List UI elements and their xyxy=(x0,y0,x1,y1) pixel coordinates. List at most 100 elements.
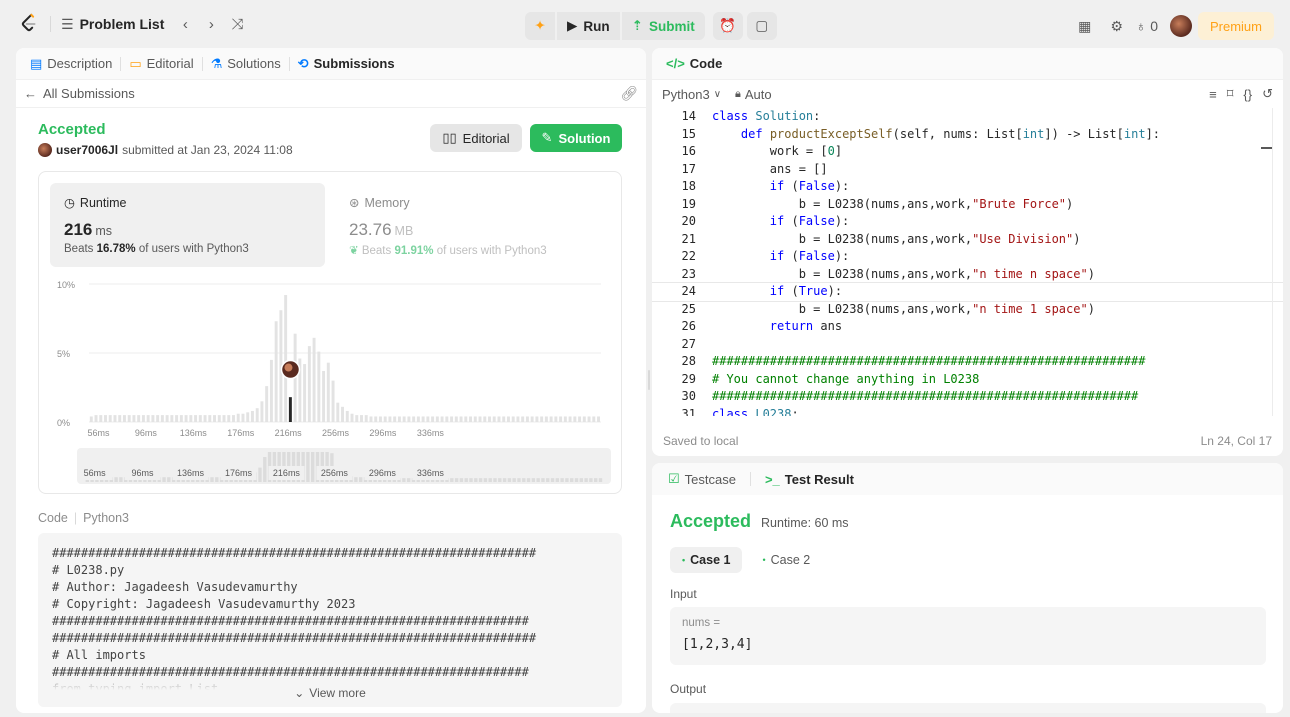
bar xyxy=(345,410,349,422)
mini-x-tick-label: 296ms xyxy=(369,468,397,478)
case-tabs: • Case 1 • Case 2 xyxy=(670,547,822,573)
bar xyxy=(393,416,397,422)
alarm-clock-icon: ⏰ xyxy=(719,18,737,33)
tab-editorial[interactable]: ▭ Editorial xyxy=(125,56,197,72)
case-1-tab[interactable]: • Case 1 xyxy=(670,547,743,573)
autocomplete-toggle[interactable]: 🔒︎ Auto xyxy=(735,87,772,102)
submitted-code-block[interactable]: ########################################… xyxy=(38,533,622,707)
submit-button[interactable]: ⇡ Submit xyxy=(621,12,705,40)
editor-line[interactable]: 17 ans = [] xyxy=(652,161,1283,179)
test-result-panel: ☑ Testcase >_ Test Result Accepted Runti… xyxy=(652,463,1283,713)
braces-icon[interactable]: {} xyxy=(1243,87,1252,102)
editor-line[interactable]: 27 xyxy=(652,336,1283,354)
editor-line[interactable]: 29 # You cannot change anything in L0238 xyxy=(652,371,1283,389)
format-icon[interactable]: ≡ xyxy=(1209,87,1217,102)
mini-bar xyxy=(531,478,536,482)
editor-line[interactable]: 31 class L0238: xyxy=(652,406,1283,417)
premium-button[interactable]: Premium xyxy=(1197,12,1274,40)
editor-line[interactable]: 20 if (False): xyxy=(652,213,1283,231)
runtime-value: 216 xyxy=(64,220,93,239)
editor-line[interactable]: 26 return ans xyxy=(652,318,1283,336)
editor-line[interactable]: 22 if (False): xyxy=(652,248,1283,266)
editorial-button-label: Editorial xyxy=(462,130,510,146)
tab-testcase[interactable]: ☑ Testcase xyxy=(664,471,740,487)
editor-line[interactable]: 16 work = [0] xyxy=(652,143,1283,161)
next-problem-icon[interactable]: › xyxy=(198,11,224,37)
language-select[interactable]: Python3 ∨ xyxy=(662,87,721,102)
bar xyxy=(232,415,235,422)
leetcode-logo-icon[interactable] xyxy=(18,13,40,35)
notes-button[interactable]: ▢ xyxy=(746,12,777,40)
link-icon[interactable]: 🔗︎ xyxy=(620,85,638,102)
bar xyxy=(241,413,245,422)
code-language: Python3 xyxy=(83,511,130,525)
mini-bar xyxy=(498,478,502,482)
divider: | xyxy=(73,511,78,525)
editor-line[interactable]: 30 ######################################… xyxy=(652,388,1283,406)
submitted-text: submitted at Jan 23, 2024 11:08 xyxy=(122,143,293,157)
run-submit-toolbar: ✦ ▶ Run ⇡ Submit ⏰ ▢ xyxy=(525,12,777,40)
solution-button[interactable]: ✎ Solution xyxy=(530,124,622,152)
mini-bar xyxy=(522,478,526,482)
username[interactable]: user7006Jl xyxy=(56,143,118,157)
memory-card[interactable]: ⊛ Memory 23.76 MB ❦ Beats 91.91% of users… xyxy=(339,183,614,267)
divider xyxy=(201,56,203,71)
runtime-card[interactable]: ◷ Runtime 216 ms Beats 16.78% of users wi… xyxy=(50,183,325,267)
mini-bar xyxy=(358,477,363,482)
line-number: 26 xyxy=(681,319,696,333)
tab-solutions[interactable]: ⚗ Solutions xyxy=(207,56,285,72)
editor-line[interactable]: 28 ######################################… xyxy=(652,353,1283,371)
code-editor[interactable]: 14 class Solution: 15 def productExceptSel… xyxy=(652,108,1283,416)
mini-x-tick-label: 96ms xyxy=(132,468,155,478)
gear-icon[interactable]: ⚙ xyxy=(1104,13,1130,39)
bar xyxy=(469,416,472,422)
reset-icon[interactable]: ↺ xyxy=(1262,86,1273,102)
problem-list-button[interactable]: ☰ Problem List xyxy=(61,16,164,33)
mini-bar xyxy=(454,478,459,482)
editorial-button[interactable]: ▯▯ Editorial xyxy=(430,124,522,152)
tab-submissions[interactable]: ⟲ Submissions xyxy=(294,56,399,72)
vertical-resize-handle[interactable] xyxy=(648,370,650,390)
run-button[interactable]: ▶ Run xyxy=(557,12,620,40)
view-more-button[interactable]: ⌄ View more xyxy=(38,679,622,707)
code-line: ########################################… xyxy=(52,546,537,560)
bookmark-icon[interactable]: ⌑ xyxy=(1227,86,1234,102)
line-number: 21 xyxy=(681,231,696,246)
view-more-label: View more xyxy=(309,685,366,700)
editor-footer: Saved to local Ln 24, Col 17 xyxy=(652,426,1283,456)
shuffle-icon[interactable]: ⤨ xyxy=(224,11,250,37)
case-2-tab[interactable]: • Case 2 xyxy=(750,547,822,573)
editor-line[interactable]: 25 b = L0238(nums,ans,work,"n time 1 spa… xyxy=(652,301,1283,319)
bar xyxy=(573,416,577,422)
range-slider[interactable]: 56ms 96ms 136ms 176ms 216ms 256ms 296ms 336ms xyxy=(77,448,611,484)
tab-code[interactable]: </> Code xyxy=(662,56,726,71)
avatar[interactable] xyxy=(1169,15,1192,37)
bar xyxy=(369,416,373,422)
input-box: nums = [1,2,3,4] xyxy=(670,607,1266,665)
line-code: ########################################… xyxy=(712,389,1139,403)
timer-button[interactable]: ⏰ xyxy=(712,12,743,40)
mini-bar xyxy=(402,478,406,482)
editor-line[interactable]: 21 b = L0238(nums,ans,work,"Use Division… xyxy=(652,231,1283,249)
tab-test-result[interactable]: >_ Test Result xyxy=(761,472,858,487)
editor-line[interactable]: 14 class Solution: xyxy=(652,108,1283,126)
scrollbar-track[interactable] xyxy=(1272,108,1273,416)
prev-problem-icon[interactable]: ‹ xyxy=(172,11,198,37)
code-line: ########################################… xyxy=(52,631,537,645)
layout-icon[interactable]: ▦ xyxy=(1072,13,1098,39)
debug-button[interactable]: ✦ xyxy=(525,12,555,40)
mini-bar xyxy=(119,477,123,482)
debug-icon: ✦ xyxy=(534,18,546,33)
tab-description[interactable]: ▤ Description xyxy=(26,56,116,72)
editor-line[interactable]: 24 if (True): xyxy=(652,282,1283,302)
fire-icon[interactable]: ♁ 0 xyxy=(1136,13,1158,39)
editor-line[interactable]: 19 b = L0238(nums,ans,work,"Brute Force"… xyxy=(652,196,1283,214)
editor-line[interactable]: 15 def productExceptSelf(self, nums: Lis… xyxy=(652,126,1283,144)
mini-bar xyxy=(536,478,540,482)
editor-line[interactable]: 23 b = L0238(nums,ans,work,"n time n spa… xyxy=(652,266,1283,284)
line-number: 14 xyxy=(681,109,696,123)
runtime-distribution-chart[interactable]: 10% 5% 0% 56ms 96ms 136ms 176ms 216ms 256ms 296ms… xyxy=(49,272,615,437)
all-submissions-link[interactable]: ← All Submissions xyxy=(24,86,135,101)
editor-line[interactable]: 18 if (False): xyxy=(652,178,1283,196)
x-tick-label: 136ms xyxy=(180,428,208,437)
